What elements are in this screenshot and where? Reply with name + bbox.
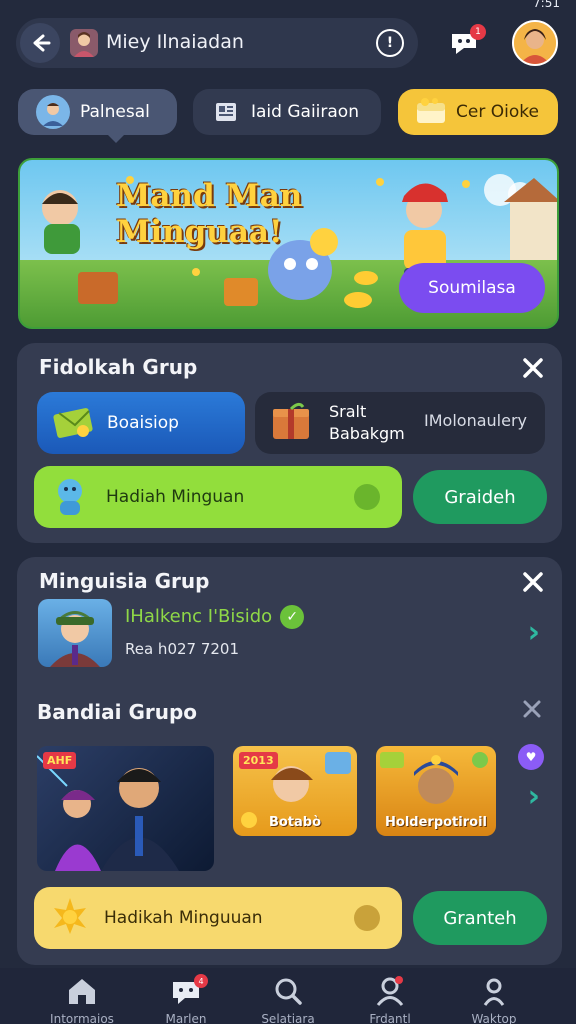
banner-title-line2: Minguaa! xyxy=(116,214,283,250)
section-title: Bandiai Grupo xyxy=(37,700,198,724)
option-line1: Sralt xyxy=(329,402,367,421)
nav-label: Waktop xyxy=(471,1012,517,1024)
gift-box-icon xyxy=(269,401,315,446)
option-label: Boaisiop xyxy=(107,413,179,433)
nav-label: Frdantl xyxy=(369,1012,411,1024)
member-name-text: IHalkenc I'Bisido xyxy=(125,606,273,627)
nav-item-search[interactable]: Selatiara xyxy=(238,968,338,1024)
close-icon xyxy=(523,572,543,592)
status-dot xyxy=(354,905,380,931)
option-line2: Babakgm xyxy=(329,424,405,443)
reward-label: Hadikah Minguuan xyxy=(104,908,263,928)
status-bar: 7:51 xyxy=(0,0,576,12)
verified-check-icon: ✓ xyxy=(280,605,305,629)
status-dot xyxy=(354,484,380,510)
bottom-navigation: Intormaios 4 Marlen Selatiara Frdantl Wa… xyxy=(0,968,576,1024)
mascot-icon xyxy=(48,473,92,522)
close-card-button[interactable] xyxy=(522,351,544,386)
nav-label: Intormaios xyxy=(50,1012,114,1024)
banner-cta-button[interactable]: Soumilasa xyxy=(399,263,545,313)
person-avatar-icon xyxy=(36,95,70,129)
nav-item-chat[interactable]: 4 Marlen xyxy=(136,968,236,1024)
member-name[interactable]: IHalkenc I'Bisido ✓ xyxy=(125,605,305,629)
member-chevron-right-icon[interactable]: › xyxy=(528,615,540,650)
envelope-icon xyxy=(53,403,95,444)
boaisiop-option[interactable]: Boaisiop xyxy=(37,392,245,454)
nav-badge: 4 xyxy=(194,974,208,988)
info-button[interactable]: ! xyxy=(376,29,404,57)
filter-chips: Palnesal Iaid Gaiiraon Cer Oioke xyxy=(18,89,558,143)
member-avatar[interactable] xyxy=(38,599,112,667)
close-card-button[interactable] xyxy=(522,565,544,600)
option-text: Sralt Babakgm xyxy=(329,401,405,445)
thumb-caption: Botabò xyxy=(268,815,322,830)
weekly-reward-pill[interactable]: Hadikah Minguuan xyxy=(34,887,402,949)
nav-label: Selatiara xyxy=(261,1012,315,1024)
group-thumbnail-2[interactable]: 2013 Botabò xyxy=(233,746,357,836)
status-time: 7:51 xyxy=(533,0,560,10)
nav-item-home[interactable]: Intormaios xyxy=(32,968,132,1024)
member-subtitle: Rea h027 7201 xyxy=(125,640,240,658)
notification-badge: 1 xyxy=(470,24,486,40)
arrow-left-icon xyxy=(33,34,51,52)
banner-title: Mand Man Minguaa! xyxy=(116,178,302,250)
group-avatar xyxy=(70,29,98,57)
nav-item-friends[interactable]: Frdantl xyxy=(340,968,440,1024)
back-button[interactable] xyxy=(20,23,60,63)
group-thumbnail-3[interactable]: Holderpotiroil xyxy=(376,746,496,836)
group-thumbnail-1[interactable]: AHF xyxy=(37,746,214,871)
coin-burst-icon xyxy=(50,896,90,941)
thumbs-chevron-right-icon[interactable]: › xyxy=(528,779,540,814)
chip-label: Cer Oioke xyxy=(456,102,539,122)
chip-cer-oioke[interactable]: Cer Oioke xyxy=(398,89,558,135)
treasure-icon xyxy=(414,95,448,129)
thumb-caption: Holderpotiroil xyxy=(385,815,487,830)
nav-item-profile[interactable]: Waktop xyxy=(444,968,544,1024)
claim-button[interactable]: Granteh xyxy=(413,891,547,945)
option-extra: IMolonaulery xyxy=(424,411,527,430)
user-pin-icon xyxy=(376,976,404,1006)
header-bar: Miey Ilnaiadan ! xyxy=(16,18,418,68)
notifications-button[interactable]: 1 xyxy=(446,24,488,60)
group-reward-card: Fidolkah Grup Boaisiop Sralt Babakgm IMo… xyxy=(17,343,562,543)
newspaper-icon xyxy=(209,95,243,129)
nav-label: Marlen xyxy=(165,1012,207,1024)
claim-button[interactable]: Graideh xyxy=(413,470,547,524)
chip-palnesal[interactable]: Palnesal xyxy=(18,89,177,143)
close-section-button[interactable] xyxy=(522,697,542,725)
profile-icon xyxy=(483,978,505,1006)
banner-title-line1: Mand Man xyxy=(116,178,303,214)
card-title: Fidolkah Grup xyxy=(39,355,198,379)
thumb-tag: 2013 xyxy=(239,752,278,769)
sralt-option[interactable]: Sralt Babakgm IMolonaulery xyxy=(255,392,545,454)
chip-label: Palnesal xyxy=(80,102,150,122)
group-members-card: Minguisia Grup IHalkenc I'Bisido ✓ Rea h0… xyxy=(17,557,562,965)
card-title: Minguisia Grup xyxy=(39,569,210,593)
weekly-reward-pill[interactable]: Hadiah Minguan xyxy=(34,466,402,528)
info-icon: ! xyxy=(386,35,394,51)
home-icon xyxy=(69,979,95,1004)
search-icon xyxy=(275,978,302,1005)
profile-avatar-button[interactable] xyxy=(512,20,558,66)
close-icon xyxy=(523,358,543,378)
reward-label: Hadiah Minguan xyxy=(106,487,245,507)
close-icon xyxy=(523,700,541,718)
promo-banner[interactable]: Mand Man Minguaa! Soumilasa xyxy=(18,158,559,329)
thumb-tag: AHF xyxy=(43,752,77,769)
heart-badge-icon[interactable]: ♥ xyxy=(518,744,544,770)
chip-label: Iaid Gaiiraon xyxy=(251,102,359,122)
chip-gaiiraon[interactable]: Iaid Gaiiraon xyxy=(193,89,381,135)
page-title: Miey Ilnaiadan xyxy=(106,31,244,53)
